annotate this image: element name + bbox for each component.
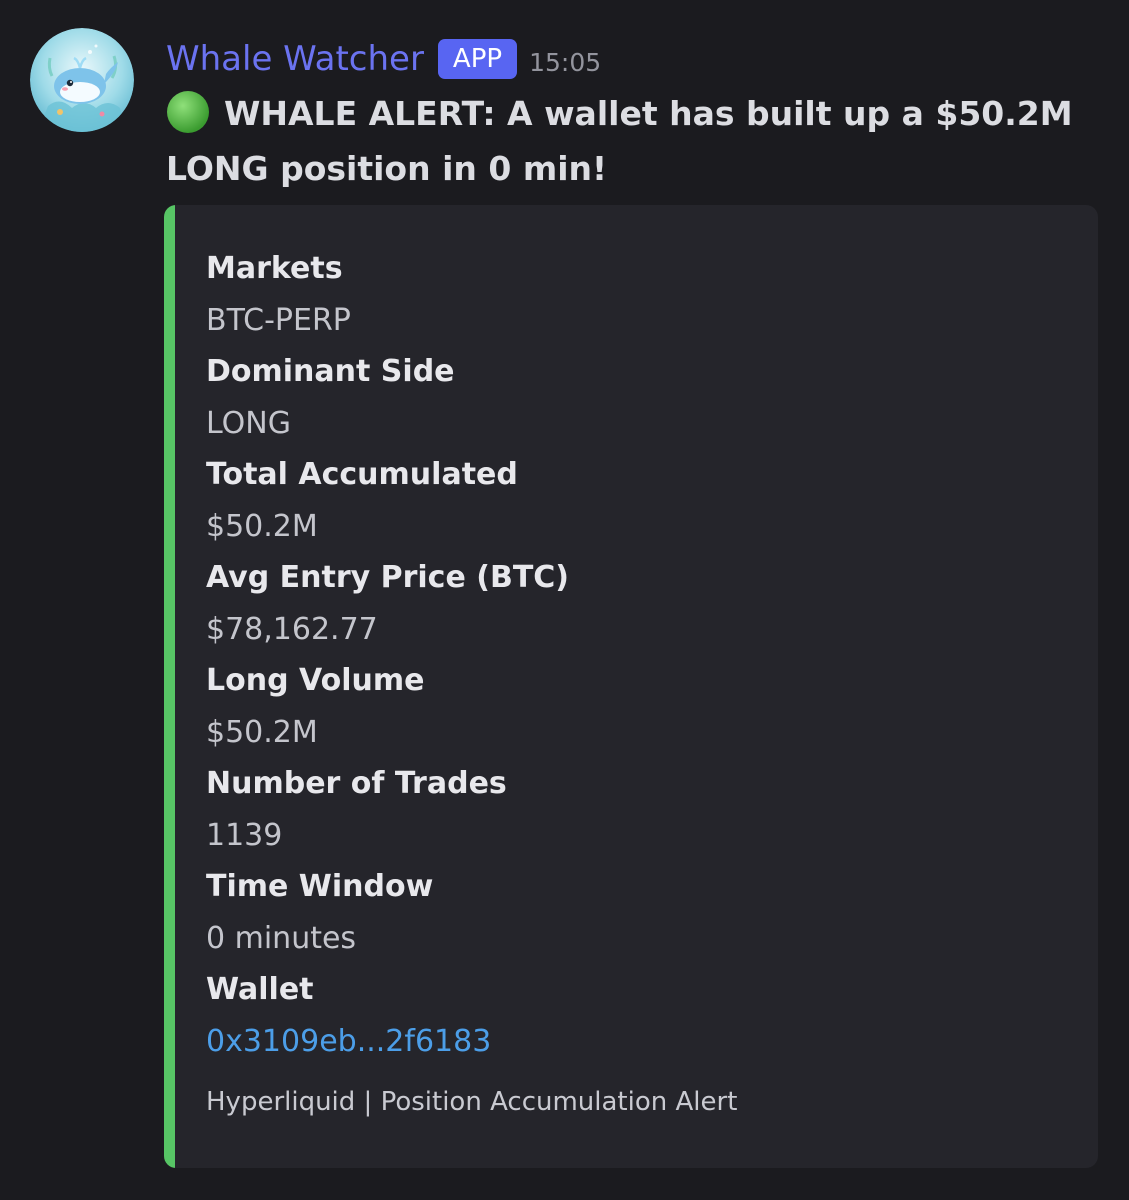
field-value-total-accumulated: $50.2M (206, 508, 318, 544)
field-value-avg-entry-price: $78,162.77 (206, 611, 378, 647)
message-header: Whale Watcher APP 15:05 (166, 34, 601, 84)
field-name-number-of-trades: Number of Trades (206, 766, 507, 801)
field-value-dominant-side: LONG (206, 405, 291, 441)
field-name-markets: Markets (206, 251, 343, 286)
field-value-time-window: 0 minutes (206, 920, 357, 956)
whale-avatar-icon (30, 28, 134, 132)
field-name-time-window: Time Window (206, 869, 434, 904)
author-name[interactable]: Whale Watcher (166, 39, 424, 79)
embed-footer: Hyperliquid | Position Accumulation Aler… (206, 1087, 738, 1117)
wallet-link[interactable]: 0x3109eb...2f6183 (206, 1016, 1066, 1068)
field-value-long-volume: $50.2M (206, 714, 318, 750)
field-name-total-accumulated: Total Accumulated (206, 457, 518, 492)
field-value-number-of-trades: 1139 (206, 817, 283, 853)
field-name-dominant-side: Dominant Side (206, 354, 455, 389)
chat-message: Whale Watcher APP 15:05 WHALE ALERT: A w… (0, 0, 1129, 1200)
app-badge: APP (437, 39, 518, 79)
message-timestamp[interactable]: 15:05 (529, 42, 601, 77)
embed-card: Markets BTC-PERP Dominant Side LONG Tota… (164, 205, 1098, 1168)
bot-avatar[interactable] (30, 28, 134, 132)
embed-accent-bar (164, 205, 175, 1168)
field-name-long-volume: Long Volume (206, 663, 425, 698)
field-name-wallet: Wallet (206, 972, 314, 1007)
green-circle-icon (167, 91, 209, 133)
embed-fields: Markets BTC-PERP Dominant Side LONG Tota… (206, 243, 1066, 1067)
alert-text: WHALE ALERT: A wallet has built up a $50… (166, 94, 1073, 188)
field-value-markets: BTC-PERP (206, 302, 351, 338)
message-content: WHALE ALERT: A wallet has built up a $50… (166, 86, 1096, 196)
field-name-avg-entry-price: Avg Entry Price (BTC) (206, 560, 570, 595)
